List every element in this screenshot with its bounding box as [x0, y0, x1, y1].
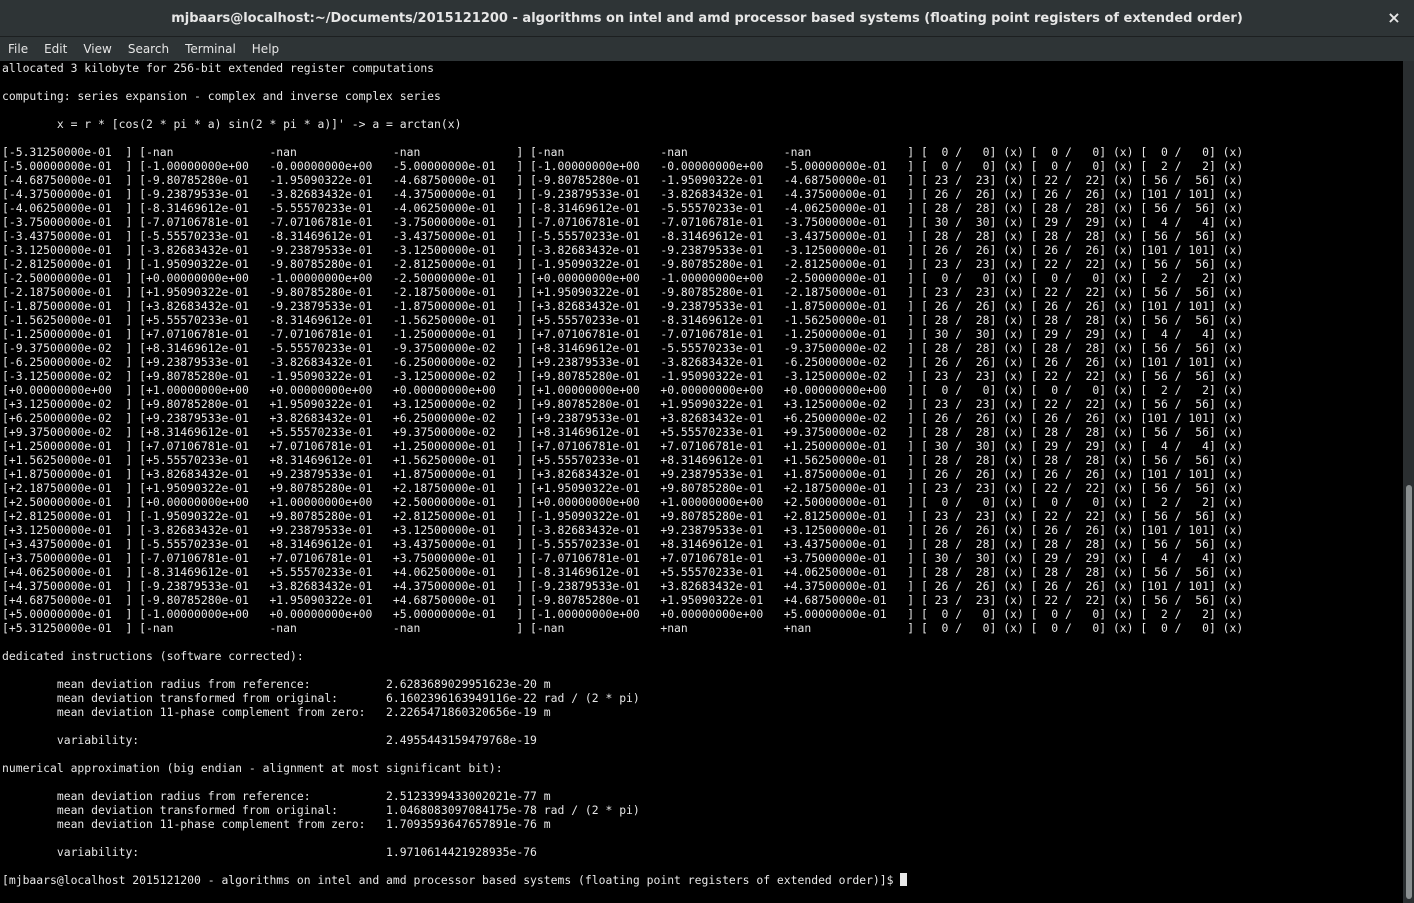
terminal-line: [-3.12500000e-02 ] [+9.80785280e-01 -1.9… [2, 369, 1244, 383]
terminal-line: [-2.81250000e-01 ] [-1.95090322e-01 -9.8… [2, 257, 1244, 271]
terminal-line: mean deviation transformed from original… [2, 691, 640, 705]
scrollbar-thumb[interactable] [1406, 485, 1412, 899]
menu-terminal[interactable]: Terminal [177, 42, 244, 56]
terminal-line: [-2.18750000e-01 ] [+1.95090322e-01 -9.8… [2, 285, 1244, 299]
terminal-line: [-5.00000000e-01 ] [-1.00000000e+00 -0.0… [2, 159, 1244, 173]
menu-view[interactable]: View [75, 42, 119, 56]
menu-edit[interactable]: Edit [36, 42, 75, 56]
terminal-area[interactable]: allocated 3 kilobyte for 256-bit extende… [0, 61, 1403, 903]
terminal-prompt-line[interactable]: [mjbaars@localhost 2015121200 - algorith… [0, 873, 1403, 887]
close-icon[interactable]: × [1384, 8, 1404, 28]
terminal-line: x = r * [cos(2 * pi * a) sin(2 * pi * a)… [2, 117, 462, 131]
menu-file[interactable]: File [0, 42, 36, 56]
terminal-line: [-5.31250000e-01 ] [-nan -nan -nan ] [-n… [2, 145, 1244, 159]
terminal-line: [+1.56250000e-01 ] [+5.55570233e-01 +8.3… [2, 453, 1244, 467]
terminal-line: [+4.37500000e-01 ] [-9.23879533e-01 +3.8… [2, 579, 1244, 593]
terminal-line: [+9.37500000e-02 ] [+8.31469612e-01 +5.5… [2, 425, 1244, 439]
menu-help[interactable]: Help [244, 42, 287, 56]
terminal-line: mean deviation transformed from original… [2, 803, 640, 817]
terminal-line: [+5.31250000e-01 ] [-nan -nan -nan ] [-n… [2, 621, 1244, 635]
terminal-line: [+5.00000000e-01 ] [-1.00000000e+00 +0.0… [2, 607, 1244, 621]
terminal-line: mean deviation radius from reference: 2.… [2, 677, 551, 691]
terminal-line: [-1.25000000e-01 ] [+7.07106781e-01 -7.0… [2, 327, 1244, 341]
terminal-line: computing: series expansion - complex an… [2, 89, 441, 103]
terminal-line: [-3.43750000e-01 ] [-5.55570233e-01 -8.3… [2, 229, 1244, 243]
terminal-cursor [900, 873, 908, 886]
terminal-line: [-3.75000000e-01 ] [-7.07106781e-01 -7.0… [2, 215, 1244, 229]
menu-search[interactable]: Search [120, 42, 177, 56]
terminal-line: [+0.00000000e+00 ] [+1.00000000e+00 +0.0… [2, 383, 1244, 397]
terminal-line: [+4.06250000e-01 ] [-8.31469612e-01 +5.5… [2, 565, 1244, 579]
window-titlebar[interactable]: mjbaars@localhost:~/Documents/2015121200… [0, 0, 1414, 37]
shell-prompt: [mjbaars@localhost 2015121200 - algorith… [2, 873, 901, 887]
terminal-line: [-2.50000000e-01 ] [+0.00000000e+00 -1.0… [2, 271, 1244, 285]
terminal-line: [-4.37500000e-01 ] [-9.23879533e-01 -3.8… [2, 187, 1244, 201]
terminal-line: [-6.25000000e-02 ] [+9.23879533e-01 -3.8… [2, 355, 1244, 369]
terminal-line: dedicated instructions (software correct… [2, 649, 304, 663]
terminal-line: [+6.25000000e-02 ] [+9.23879533e-01 +3.8… [2, 411, 1244, 425]
terminal-line: mean deviation 11-phase complement from … [2, 705, 551, 719]
terminal-line: [-4.68750000e-01 ] [-9.80785280e-01 -1.9… [2, 173, 1244, 187]
terminal-line: [+2.50000000e-01 ] [+0.00000000e+00 +1.0… [2, 495, 1244, 509]
terminal-line: [+3.12500000e-01 ] [-3.82683432e-01 +9.2… [2, 523, 1244, 537]
terminal-line: [+1.87500000e-01 ] [+3.82683432e-01 +9.2… [2, 467, 1244, 481]
terminal-line: [-9.37500000e-02 ] [+8.31469612e-01 -5.5… [2, 341, 1244, 355]
terminal-line: [+3.12500000e-02 ] [+9.80785280e-01 +1.9… [2, 397, 1244, 411]
terminal-line: variability: 1.9710614421928935e-76 [2, 845, 537, 859]
terminal-line: [-4.06250000e-01 ] [-8.31469612e-01 -5.5… [2, 201, 1244, 215]
terminal-line: mean deviation 11-phase complement from … [2, 817, 551, 831]
terminal-line: [+1.25000000e-01 ] [+7.07106781e-01 +7.0… [2, 439, 1244, 453]
terminal-scrollbar[interactable] [1403, 61, 1414, 903]
terminal-line: [+3.43750000e-01 ] [-5.55570233e-01 +8.3… [2, 537, 1244, 551]
terminal-line: [+2.18750000e-01 ] [+1.95090322e-01 +9.8… [2, 481, 1244, 495]
terminal-line: numerical approximation (big endian - al… [2, 761, 503, 775]
window-title: mjbaars@localhost:~/Documents/2015121200… [171, 10, 1243, 26]
terminal-line: [+4.68750000e-01 ] [-9.80785280e-01 +1.9… [2, 593, 1244, 607]
terminal-line: variability: 2.4955443159479768e-19 [2, 733, 537, 747]
terminal-line: [+2.81250000e-01 ] [-1.95090322e-01 +9.8… [2, 509, 1244, 523]
terminal-line: [-3.12500000e-01 ] [-3.82683432e-01 -9.2… [2, 243, 1244, 257]
terminal-line: mean deviation radius from reference: 2.… [2, 789, 551, 803]
terminal-line: [-1.87500000e-01 ] [+3.82683432e-01 -9.2… [2, 299, 1244, 313]
terminal-line: [-1.56250000e-01 ] [+5.55570233e-01 -8.3… [2, 313, 1244, 327]
terminal-line: [+3.75000000e-01 ] [-7.07106781e-01 +7.0… [2, 551, 1244, 565]
terminal-output: allocated 3 kilobyte for 256-bit extende… [0, 61, 1403, 873]
menu-bar: File Edit View Search Terminal Help [0, 37, 1414, 61]
terminal-line: allocated 3 kilobyte for 256-bit extende… [2, 61, 435, 75]
